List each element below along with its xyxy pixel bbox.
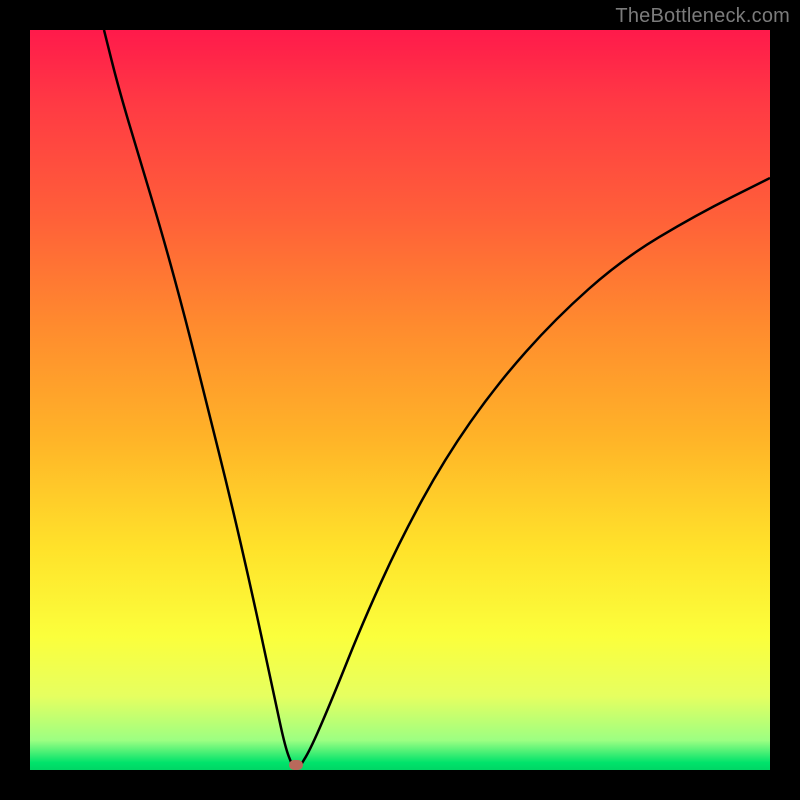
chart-marker [289, 760, 303, 770]
chart-curve [30, 30, 770, 770]
curve-left-branch [104, 30, 293, 766]
watermark-text: TheBottleneck.com [615, 5, 790, 28]
chart-plot-area [30, 30, 770, 770]
chart-frame: TheBottleneck.com [0, 0, 800, 800]
curve-right-branch [300, 178, 770, 766]
